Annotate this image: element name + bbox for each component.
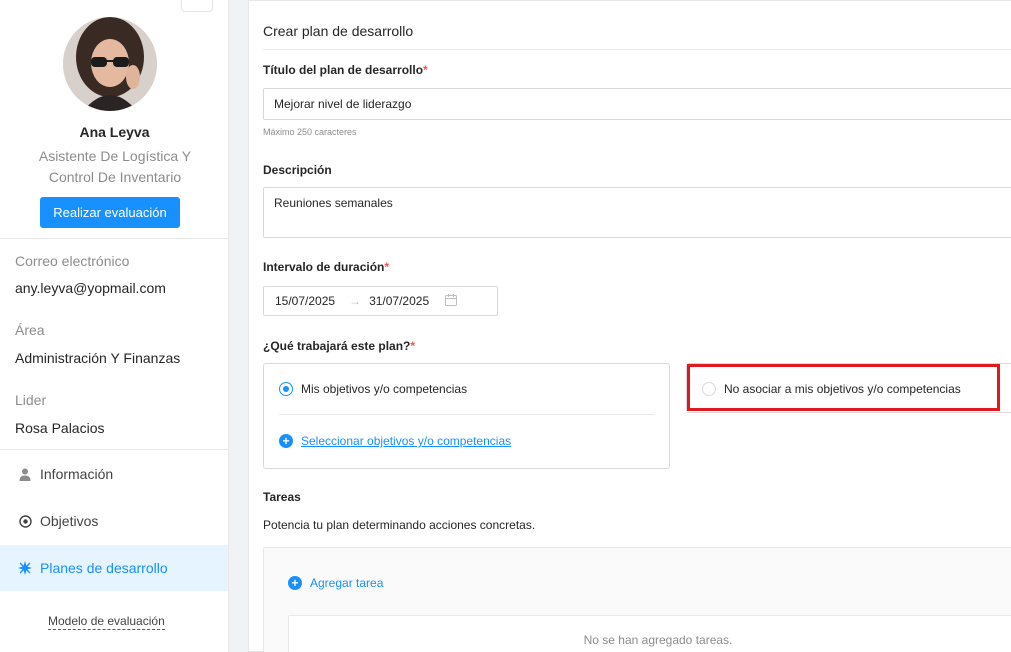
plus-circle-icon: + xyxy=(288,576,302,590)
sidebar-divider xyxy=(0,449,229,450)
card-divider xyxy=(279,414,655,415)
plan-title-label-text: Título del plan de desarrollo xyxy=(263,63,424,77)
add-task-button[interactable]: + Agregar tarea xyxy=(288,576,383,590)
page-title: Crear plan de desarrollo xyxy=(263,23,414,39)
add-task-label: Agregar tarea xyxy=(310,576,384,590)
evaluate-button[interactable]: Realizar evaluación xyxy=(40,197,180,228)
work-label: ¿Qué trabajará este plan?* xyxy=(263,339,415,353)
area-label: Área xyxy=(15,322,45,338)
select-link-label: Seleccionar objetivos y/o competencias xyxy=(301,434,512,448)
sidebar-divider xyxy=(0,238,229,239)
empty-state-text: No se han agregado tareas. xyxy=(583,633,733,647)
target-icon xyxy=(17,514,33,528)
arrow-right-icon: → xyxy=(349,294,362,308)
email-label: Correo electrónico xyxy=(15,253,130,269)
radio-option-objectives[interactable]: Mis objetivos y/o competencias xyxy=(279,382,467,396)
leader-value: Rosa Palacios xyxy=(15,420,105,436)
profile-sidebar: Ana Leyva Asistente De Logística Y Contr… xyxy=(0,0,229,652)
sidebar-item-objetivos[interactable]: Objetivos xyxy=(0,498,228,544)
sidebar-item-planes[interactable]: Planes de desarrollo xyxy=(0,545,228,591)
sidebar-item-label: Planes de desarrollo xyxy=(40,560,168,576)
tasks-empty-state: No se han agregado tareas. xyxy=(288,615,1011,652)
duration-label: Intervalo de duración* xyxy=(263,260,389,274)
user-role: Asistente De Logística Y Control De Inve… xyxy=(38,148,192,185)
tasks-label: Tareas xyxy=(263,490,301,504)
plan-title-hint: Máximo 250 caracteres xyxy=(263,127,357,137)
area-value: Administración Y Finanzas xyxy=(15,350,181,366)
evaluation-model-link[interactable]: Modelo de evaluación xyxy=(48,614,165,630)
sidebar-item-label: Información xyxy=(40,466,114,482)
avatar-photo xyxy=(63,17,157,111)
tasks-description: Potencia tu plan determinando acciones c… xyxy=(263,518,536,532)
title-divider xyxy=(263,49,1011,50)
calendar-icon xyxy=(445,293,458,309)
radio-option-label: Mis objetivos y/o competencias xyxy=(301,382,468,396)
description-textarea[interactable]: Reuniones semanales xyxy=(263,187,1011,238)
plan-title-value: Mejorar nivel de liderazgo xyxy=(274,97,412,111)
description-label: Descripción xyxy=(263,163,332,177)
required-mark: * xyxy=(423,63,428,77)
radio-checked-icon[interactable] xyxy=(279,382,293,396)
duration-label-text: Intervalo de duración xyxy=(263,260,385,274)
sidebar-item-label: Objetivos xyxy=(40,513,99,529)
email-value: any.leyva@yopmail.com xyxy=(15,280,166,296)
plus-circle-icon: + xyxy=(279,434,293,448)
start-date[interactable]: 15/07/2025 xyxy=(275,294,335,308)
date-range-picker[interactable]: 15/07/2025 → 31/07/2025 xyxy=(263,286,498,316)
avatar xyxy=(63,17,157,111)
tasks-container: + Agregar tarea No se han agregado tarea… xyxy=(263,547,1011,652)
highlight-annotation xyxy=(687,364,1000,411)
end-date[interactable]: 31/07/2025 xyxy=(369,294,429,308)
description-value: Reuniones semanales xyxy=(274,196,393,210)
required-mark: * xyxy=(410,339,416,353)
select-objectives-link[interactable]: + Seleccionar objetivos y/o competencias xyxy=(279,434,511,448)
collapse-toggle[interactable] xyxy=(181,0,213,12)
user-icon xyxy=(17,468,33,481)
objectives-option-card: Mis objetivos y/o competencias + Selecci… xyxy=(263,363,670,469)
work-label-text: ¿Qué trabajará este plan? xyxy=(263,339,411,353)
required-mark: * xyxy=(384,260,390,274)
sparkle-icon xyxy=(17,561,33,575)
development-plan-form: Crear plan de desarrollo Título del plan… xyxy=(248,0,1011,652)
user-name: Ana Leyva xyxy=(79,124,150,140)
leader-label: Lider xyxy=(15,392,47,408)
app-root: Ana Leyva Asistente De Logística Y Contr… xyxy=(0,0,1011,652)
plan-title-input[interactable]: Mejorar nivel de liderazgo xyxy=(263,88,1011,120)
plan-title-label: Título del plan de desarrollo* xyxy=(263,63,428,77)
sidebar-item-informacion[interactable]: Información xyxy=(0,451,228,497)
